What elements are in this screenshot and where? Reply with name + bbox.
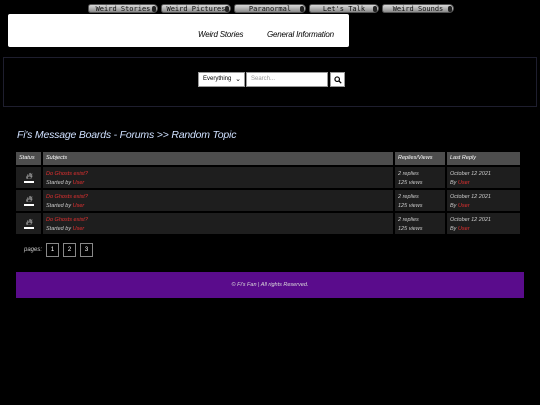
starter-user-link[interactable]: User	[73, 226, 85, 232]
subject-cell: Do Ghosts exist? Started by User	[43, 190, 393, 211]
starter-user-link[interactable]: User	[73, 180, 85, 186]
pagination: pages: 1 2 3	[24, 243, 97, 257]
chevron-down-icon: ⌄	[235, 76, 241, 83]
replies-count: 2 replies	[398, 194, 419, 200]
subject-cell: Do Ghosts exist? Started by User	[43, 213, 393, 234]
search-scope-select[interactable]: Everything ⌄	[198, 72, 245, 87]
last-reply-cell: October 12 2021 By User	[447, 213, 520, 234]
search-button[interactable]	[330, 72, 345, 87]
table-row: 🔥︎ Do Ghosts exist? Started by User 2 re…	[16, 190, 524, 211]
views-count: 125 views	[398, 203, 423, 209]
topics-table: Status Subjects Replies/Views Last Reply…	[16, 152, 524, 234]
nav-tab-weird-stories[interactable]: Weird Stories	[88, 4, 158, 13]
replies-cell: 2 replies 125 views	[395, 213, 445, 234]
last-reply-cell: October 12 2021 By User	[447, 167, 520, 188]
last-user-link[interactable]: User	[458, 226, 470, 232]
col-status: Status	[16, 152, 41, 165]
table-row: 🔥︎ Do Ghosts exist? Started by User 2 re…	[16, 213, 524, 234]
flame-icon: 🔥︎	[23, 171, 34, 183]
last-reply-by: By User	[450, 203, 470, 209]
table-row: 🔥︎ Do Ghosts exist? Started by User 2 re…	[16, 167, 524, 188]
replies-cell: 2 replies 125 views	[395, 190, 445, 211]
status-cell: 🔥︎	[16, 190, 41, 211]
status-cell: 🔥︎	[16, 213, 41, 234]
col-replies-views: Replies/Views	[395, 152, 445, 165]
col-last-reply: Last Reply	[447, 152, 520, 165]
topic-link[interactable]: Do Ghosts exist?	[46, 171, 88, 177]
footer-text: © Fi's Fan | All rights Reserved.	[231, 282, 309, 288]
header-link-weird-stories[interactable]: Weird Stories	[198, 30, 243, 39]
started-by: Started by User	[46, 203, 84, 209]
by-label: By	[450, 180, 457, 186]
started-by: Started by User	[46, 226, 84, 232]
started-by: Started by User	[46, 180, 84, 186]
last-reply-date: October 12 2021	[450, 194, 491, 200]
search-icon	[333, 76, 342, 84]
site-header: Weird Stories General Information	[8, 14, 349, 47]
last-reply-by: By User	[450, 226, 470, 232]
page-button-3[interactable]: 3	[80, 243, 94, 257]
search-input[interactable]: Search...	[246, 72, 328, 87]
page-button-2[interactable]: 2	[63, 243, 77, 257]
topic-link[interactable]: Do Ghosts exist?	[46, 217, 88, 223]
pagination-label: pages:	[24, 247, 43, 253]
started-by-label: Started by	[46, 203, 72, 209]
search-panel: Everything ⌄ Search...	[3, 57, 537, 107]
nav-tab-paranormal-links[interactable]: Paranormal Links	[234, 4, 306, 21]
nav-tab-lets-talk[interactable]: Let's Talk	[309, 4, 379, 13]
subject-cell: Do Ghosts exist? Started by User	[43, 167, 393, 188]
replies-count: 2 replies	[398, 217, 419, 223]
site-footer: © Fi's Fan | All rights Reserved.	[16, 272, 524, 298]
views-count: 125 views	[398, 226, 423, 232]
search-scope-value: Everything	[203, 76, 232, 82]
replies-cell: 2 replies 125 views	[395, 167, 445, 188]
status-cell: 🔥︎	[16, 167, 41, 188]
started-by-label: Started by	[46, 180, 72, 186]
flame-icon: 🔥︎	[23, 217, 34, 229]
table-header: Status Subjects Replies/Views Last Reply	[16, 152, 524, 165]
last-user-link[interactable]: User	[458, 203, 470, 209]
starter-user-link[interactable]: User	[73, 203, 85, 209]
views-count: 125 views	[398, 180, 423, 186]
started-by-label: Started by	[46, 226, 72, 232]
by-label: By	[450, 203, 457, 209]
nav-tab-weird-sounds[interactable]: Weird Sounds	[382, 4, 454, 13]
last-reply-date: October 12 2021	[450, 171, 491, 177]
header-link-general-information[interactable]: General Information	[267, 30, 334, 39]
flame-icon: 🔥︎	[23, 194, 34, 206]
last-reply-by: By User	[450, 180, 470, 186]
replies-count: 2 replies	[398, 171, 419, 177]
last-reply-cell: October 12 2021 By User	[447, 190, 520, 211]
nav-tab-weird-pictures[interactable]: Weird Pictures	[161, 4, 231, 13]
page-button-1[interactable]: 1	[46, 243, 60, 257]
last-reply-date: October 12 2021	[450, 217, 491, 223]
last-user-link[interactable]: User	[458, 180, 470, 186]
top-nav: Weird Stories Weird Pictures Paranormal …	[88, 4, 457, 21]
topic-link[interactable]: Do Ghosts exist?	[46, 194, 88, 200]
col-subjects: Subjects	[43, 152, 393, 165]
by-label: By	[450, 226, 457, 232]
page-title: Fi's Message Boards - Forums >> Random T…	[17, 129, 237, 141]
